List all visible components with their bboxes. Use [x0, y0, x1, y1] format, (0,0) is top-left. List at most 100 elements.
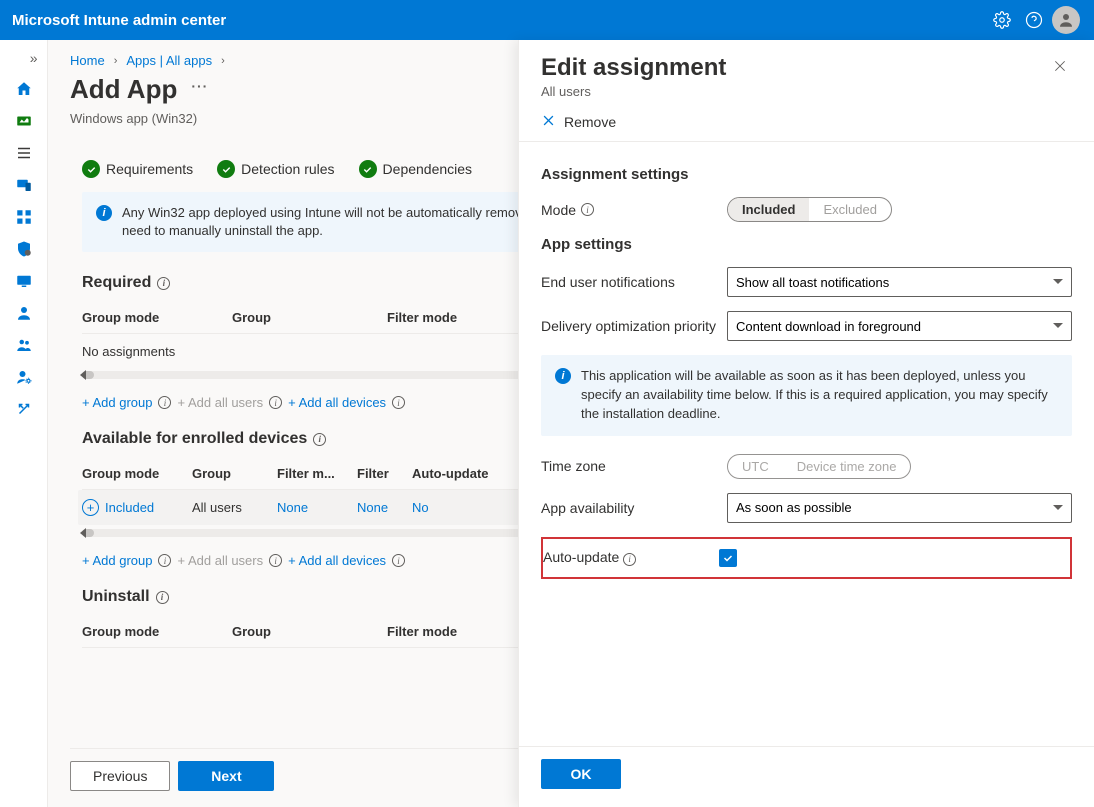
app-settings-heading: App settings: [541, 236, 1072, 253]
security-icon[interactable]: [4, 234, 44, 264]
row-mode: Included: [105, 500, 154, 515]
tab-requirements[interactable]: Requirements: [82, 160, 193, 178]
tab-label: Requirements: [106, 161, 193, 177]
info-circle-icon[interactable]: i: [157, 277, 170, 290]
panel-subtitle: All users: [541, 84, 1048, 99]
col-filter-mode: Filter m...: [277, 466, 357, 481]
timezone-toggle[interactable]: UTC Device time zone: [727, 454, 911, 479]
tz-utc[interactable]: UTC: [728, 455, 783, 478]
breadcrumb-apps[interactable]: Apps | All apps: [126, 53, 212, 68]
tz-device[interactable]: Device time zone: [783, 455, 911, 478]
dashboard-icon[interactable]: [4, 106, 44, 136]
info-circle-icon[interactable]: i: [158, 554, 171, 567]
next-button[interactable]: Next: [178, 761, 274, 791]
info-icon: i: [96, 205, 112, 221]
info-circle-icon[interactable]: i: [581, 203, 594, 216]
breadcrumb-home[interactable]: Home: [70, 53, 105, 68]
panel-info-banner: i This application will be available as …: [541, 355, 1072, 436]
row-filter[interactable]: None: [357, 500, 412, 515]
brand-title: Microsoft Intune admin center: [12, 12, 986, 29]
row-group: All users: [192, 500, 277, 515]
info-circle-icon[interactable]: i: [623, 553, 636, 566]
delivery-label: Delivery optimization priority: [541, 318, 716, 334]
check-icon: [359, 160, 377, 178]
apps-icon[interactable]: [4, 202, 44, 232]
users-icon[interactable]: [4, 298, 44, 328]
tab-detection[interactable]: Detection rules: [217, 160, 334, 178]
list-icon[interactable]: [4, 138, 44, 168]
info-circle-icon[interactable]: i: [392, 554, 405, 567]
top-header: Microsoft Intune admin center: [0, 0, 1094, 40]
panel-title: Edit assignment: [541, 54, 1048, 82]
info-icon: i: [555, 368, 571, 384]
availability-select[interactable]: As soon as possible: [727, 493, 1072, 523]
add-all-users-link[interactable]: + Add all users: [177, 395, 263, 410]
info-circle-icon[interactable]: i: [313, 433, 326, 446]
row-auto-update[interactable]: No: [412, 500, 507, 515]
check-icon: [217, 160, 235, 178]
delivery-select[interactable]: Content download in foreground: [727, 311, 1072, 341]
help-icon[interactable]: [1018, 4, 1050, 36]
col-filter: Filter: [357, 466, 412, 481]
info-circle-icon[interactable]: i: [269, 554, 282, 567]
tab-label: Detection rules: [241, 161, 334, 177]
col-group: Group: [232, 624, 387, 639]
reports-icon[interactable]: [4, 266, 44, 296]
ok-button[interactable]: OK: [541, 759, 621, 789]
more-actions-icon[interactable]: ···: [191, 78, 208, 94]
add-group-link[interactable]: + Add group: [82, 395, 152, 410]
tab-dependencies[interactable]: Dependencies: [359, 160, 473, 178]
page-title: Add App: [70, 74, 177, 105]
settings-icon[interactable]: [986, 4, 1018, 36]
col-group: Group: [232, 310, 387, 325]
section-uninstall-title: Uninstall: [82, 588, 150, 606]
troubleshoot-icon[interactable]: [4, 394, 44, 424]
add-all-devices-link[interactable]: + Add all devices: [288, 395, 386, 410]
add-all-devices-link[interactable]: + Add all devices: [288, 553, 386, 568]
notifications-select[interactable]: Show all toast notifications: [727, 267, 1072, 297]
col-group-mode: Group mode: [82, 310, 232, 325]
plus-circle-icon: +: [82, 499, 99, 516]
info-circle-icon[interactable]: i: [269, 396, 282, 409]
col-group-mode: Group mode: [82, 624, 232, 639]
row-filter-mode[interactable]: None: [277, 500, 357, 515]
x-icon: [541, 113, 556, 131]
expand-rail-icon[interactable]: »: [0, 44, 48, 72]
assignment-settings-heading: Assignment settings: [541, 166, 1072, 183]
avatar[interactable]: [1050, 4, 1082, 36]
chevron-right-icon: ›: [114, 55, 118, 67]
home-icon[interactable]: [4, 74, 44, 104]
check-icon: [82, 160, 100, 178]
info-circle-icon[interactable]: i: [156, 591, 169, 604]
panel-info-text: This application will be available as so…: [581, 367, 1058, 424]
tenant-admin-icon[interactable]: [4, 362, 44, 392]
add-all-users-link[interactable]: + Add all users: [177, 553, 263, 568]
groups-icon[interactable]: [4, 330, 44, 360]
close-icon[interactable]: [1048, 54, 1072, 78]
availability-label: App availability: [541, 500, 634, 516]
remove-button[interactable]: Remove: [541, 113, 616, 131]
edit-assignment-panel: Edit assignment All users Remove Assignm…: [518, 40, 1094, 807]
mode-included[interactable]: Included: [728, 198, 809, 221]
remove-label: Remove: [564, 114, 616, 130]
info-circle-icon[interactable]: i: [392, 396, 405, 409]
mode-excluded[interactable]: Excluded: [809, 198, 890, 221]
auto-update-checkbox[interactable]: [719, 549, 737, 567]
section-available-title: Available for enrolled devices: [82, 430, 307, 448]
chevron-right-icon: ›: [221, 55, 225, 67]
add-group-link[interactable]: + Add group: [82, 553, 152, 568]
col-group-mode: Group mode: [82, 466, 192, 481]
col-auto-update: Auto-update: [412, 466, 507, 481]
info-circle-icon[interactable]: i: [158, 396, 171, 409]
tab-label: Dependencies: [383, 161, 473, 177]
mode-toggle[interactable]: Included Excluded: [727, 197, 892, 222]
timezone-label: Time zone: [541, 458, 606, 474]
section-required-title: Required: [82, 274, 151, 292]
notifications-label: End user notifications: [541, 274, 675, 290]
col-group: Group: [192, 466, 277, 481]
auto-update-highlight: Auto-update i: [541, 537, 1072, 579]
left-nav-rail: »: [0, 40, 48, 807]
devices-icon[interactable]: [4, 170, 44, 200]
mode-label: Mode: [541, 202, 576, 218]
previous-button[interactable]: Previous: [70, 761, 170, 791]
